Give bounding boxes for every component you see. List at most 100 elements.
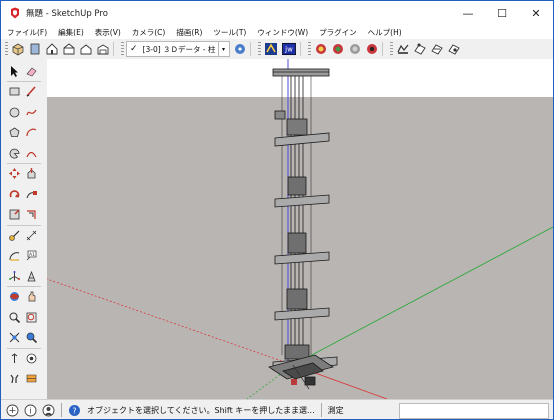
rotate-icon[interactable] xyxy=(7,187,21,201)
orbit-icon[interactable] xyxy=(7,290,21,304)
top-view-icon[interactable] xyxy=(28,42,42,56)
offset-icon[interactable] xyxy=(24,208,38,222)
pan-icon[interactable] xyxy=(24,290,38,304)
palette-row xyxy=(7,64,41,78)
front-view-icon[interactable] xyxy=(45,42,59,56)
plugin-a-icon[interactable] xyxy=(314,42,328,56)
maximize-button[interactable]: ☐ xyxy=(485,1,519,25)
menu-draw[interactable]: 描画(R) xyxy=(170,27,207,38)
right-view-icon[interactable] xyxy=(62,42,76,56)
palette-separator xyxy=(7,224,41,226)
toolbar-grip[interactable] xyxy=(121,42,124,56)
rectangle-icon[interactable] xyxy=(7,85,21,99)
palette-row xyxy=(7,228,41,242)
jw-import-icon[interactable] xyxy=(264,42,278,56)
sandbox-d-icon[interactable] xyxy=(447,42,461,56)
user-account-icon[interactable] xyxy=(42,404,55,417)
menu-window[interactable]: ウィンドウ(W) xyxy=(251,27,313,38)
back-view-icon[interactable] xyxy=(79,42,93,56)
palette-separator xyxy=(7,81,41,82)
menu-plugins[interactable]: プラグイン xyxy=(313,27,362,38)
minimize-button[interactable]: — xyxy=(451,1,485,25)
palette-row xyxy=(7,85,41,99)
freehand-icon[interactable] xyxy=(24,105,38,119)
side-bracket xyxy=(274,110,286,120)
palette-row xyxy=(7,269,41,283)
look-around-icon[interactable] xyxy=(24,351,38,365)
sky xyxy=(47,59,553,97)
credits-icon[interactable]: i xyxy=(24,404,37,417)
palette-row xyxy=(7,310,41,324)
toolbar-grip[interactable] xyxy=(307,42,311,56)
toolbar-grip[interactable] xyxy=(5,42,8,56)
axes-icon[interactable] xyxy=(7,269,21,283)
title-bar: 無題 - SketchUp Pro — ☐ ✕ xyxy=(1,1,553,25)
pie-icon[interactable] xyxy=(7,146,21,160)
status-bar: i ? オブジェクトを選択してください。Shift キーを押したまま選... 測… xyxy=(1,399,553,419)
model-canvas[interactable] xyxy=(47,59,553,399)
sketchup-logo-icon xyxy=(11,7,19,19)
line-pencil-icon[interactable] xyxy=(24,85,38,99)
eraser-icon[interactable] xyxy=(24,64,38,78)
previous-view-icon[interactable] xyxy=(24,331,38,345)
arc2-icon[interactable] xyxy=(24,146,38,160)
svg-text:?: ? xyxy=(72,406,76,415)
polygon-icon[interactable] xyxy=(7,126,21,140)
menu-edit[interactable]: 編集(E) xyxy=(52,27,89,38)
plugin-d-icon[interactable] xyxy=(365,42,379,56)
sketchup-window: 無題 - SketchUp Pro — ☐ ✕ ファイル(F) 編集(E) 表示… xyxy=(0,0,554,420)
iso-view-icon[interactable] xyxy=(11,42,25,56)
circle-icon[interactable] xyxy=(7,105,21,119)
sandbox-a-icon[interactable] xyxy=(396,42,410,56)
protractor-icon[interactable] xyxy=(7,249,21,263)
jw-export-icon[interactable]: jw xyxy=(281,42,297,56)
zoom-window-icon[interactable] xyxy=(7,331,21,345)
scale-icon[interactable] xyxy=(7,208,21,222)
scene-refresh-icon[interactable] xyxy=(233,42,247,56)
status-separator xyxy=(320,403,322,417)
plugin-c-icon[interactable] xyxy=(348,42,362,56)
zoom-icon[interactable] xyxy=(7,310,21,324)
dimension-icon[interactable] xyxy=(24,228,38,242)
move-icon[interactable] xyxy=(7,167,21,181)
toolbar-separator xyxy=(299,42,301,56)
chevron-down-icon[interactable]: ▾ xyxy=(217,42,229,56)
left-view-icon[interactable] xyxy=(96,42,110,56)
palette-row: A1 xyxy=(7,249,41,263)
tape-measure-icon[interactable] xyxy=(7,228,21,242)
toolbar-separator xyxy=(381,42,383,56)
push-pull-icon[interactable] xyxy=(24,167,38,181)
arc-icon[interactable] xyxy=(24,126,38,140)
window-title: 無題 - SketchUp Pro xyxy=(26,9,108,19)
palette-row xyxy=(7,167,41,181)
menu-tools[interactable]: ツール(T) xyxy=(207,27,251,38)
section-plane-icon[interactable] xyxy=(24,372,38,386)
toolbar-separator xyxy=(113,42,114,56)
text-icon[interactable]: A1 xyxy=(24,249,38,263)
sandbox-c-icon[interactable] xyxy=(430,42,444,56)
svg-text:i: i xyxy=(29,406,31,415)
help-icon[interactable]: ? xyxy=(68,404,81,417)
plugin-b-icon[interactable] xyxy=(331,42,345,56)
scene-dropdown[interactable]: ✓ [3-0] ３Ｄデータ - 柱 ▾ xyxy=(126,41,230,57)
palette-row xyxy=(7,331,41,345)
walk-icon[interactable] xyxy=(7,372,21,386)
menu-view[interactable]: 表示(V) xyxy=(89,27,126,38)
position-camera-icon[interactable] xyxy=(7,351,21,365)
geo-location-icon[interactable] xyxy=(6,404,19,417)
follow-me-icon[interactable] xyxy=(24,187,38,201)
measurement-input[interactable] xyxy=(399,403,549,419)
toolbar-separator xyxy=(249,42,251,56)
toolbar-grip[interactable] xyxy=(257,42,261,56)
model-viewport[interactable] xyxy=(47,59,553,399)
top-beam xyxy=(272,68,330,77)
menu-help[interactable]: ヘルプ(H) xyxy=(362,27,407,38)
sandbox-b-icon[interactable] xyxy=(413,42,427,56)
3d-text-icon[interactable] xyxy=(24,269,38,283)
select-arrow-icon[interactable] xyxy=(7,64,21,78)
zoom-extents-icon[interactable] xyxy=(24,310,38,324)
toolbar-grip[interactable] xyxy=(389,42,393,56)
menu-camera[interactable]: カメラ(C) xyxy=(126,27,171,38)
menu-file[interactable]: ファイル(F) xyxy=(1,27,52,38)
close-button[interactable]: ✕ xyxy=(519,1,553,25)
